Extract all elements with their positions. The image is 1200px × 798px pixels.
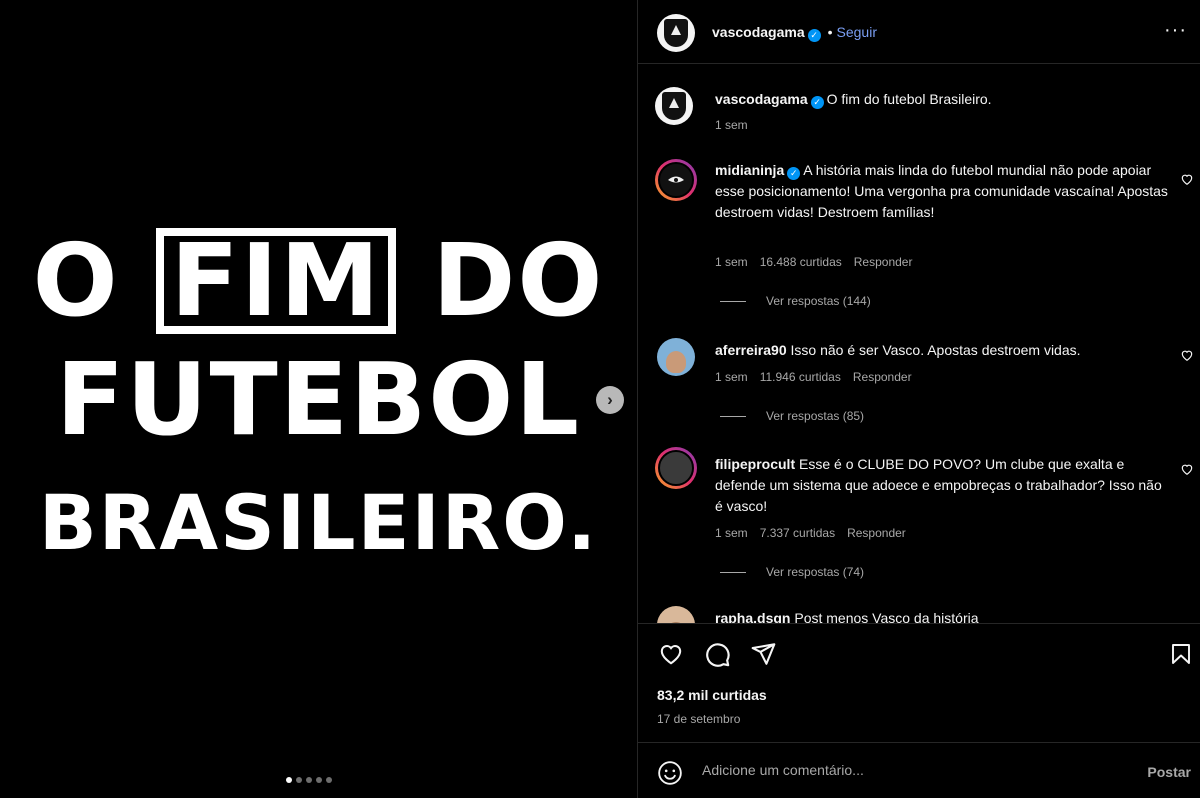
comment-avatar[interactable] — [657, 338, 695, 376]
author-username[interactable]: vascodagama — [712, 24, 805, 40]
carousel-dots — [286, 777, 332, 783]
comment-username[interactable]: rapha.dsgn — [715, 610, 790, 623]
comment-username[interactable]: filipeprocult — [715, 456, 795, 472]
caption-meta: 1 sem — [715, 118, 760, 132]
author-avatar[interactable] — [657, 14, 695, 52]
replies-divider — [720, 572, 746, 574]
comment-text-block: rapha.dsgn Post menos Vasco da história — [715, 608, 1170, 623]
heart-icon[interactable] — [657, 641, 685, 667]
post-header: vascodagama ✓ • Seguir ··· — [638, 0, 1200, 64]
post-likes[interactable]: 83,2 mil curtidas — [657, 687, 767, 703]
post-date[interactable]: 17 de setembro — [657, 712, 740, 726]
comment-likes[interactable]: 11.946 curtidas — [760, 370, 841, 384]
headline-line-1: O FIM DO — [0, 225, 637, 337]
comment-composer: Postar — [638, 744, 1200, 798]
headline-line-2: FUTEBOL — [56, 341, 581, 458]
comment-meta: 1 sem 11.946 curtidas Responder — [715, 370, 924, 384]
comment-avatar[interactable] — [655, 447, 697, 489]
reply-button[interactable]: Responder — [854, 255, 913, 269]
comment-icon[interactable] — [704, 641, 731, 668]
headline-word-o: O — [32, 222, 120, 339]
media-headline: O FIM DO FUTEBOL BRASILEIRO. — [0, 225, 637, 579]
view-replies-label: Ver respostas (85) — [766, 409, 865, 423]
comment-likes[interactable]: 7.337 curtidas — [760, 526, 835, 540]
comment-text: Isso não é ser Vasco. Apostas destroem v… — [790, 342, 1081, 358]
comment-meta: 1 sem 16.488 curtidas Responder — [715, 255, 924, 269]
headline-word-fim: FIM — [156, 228, 396, 334]
view-replies-button[interactable]: Ver respostas (144) — [720, 294, 871, 308]
carousel-dot — [286, 777, 292, 783]
replies-divider — [720, 301, 746, 303]
view-replies-label: Ver respostas (74) — [766, 565, 865, 579]
comment-time[interactable]: 1 sem — [715, 255, 748, 269]
comment-text-block: filipeprocult Esse é o CLUBE DO POVO? Um… — [715, 454, 1170, 517]
avatar-image — [658, 162, 694, 198]
bookmark-icon[interactable] — [1169, 641, 1193, 667]
post-media[interactable]: O FIM DO FUTEBOL BRASILEIRO. › — [0, 0, 637, 798]
reply-button[interactable]: Responder — [853, 370, 912, 384]
post-sidebar: vascodagama ✓ • Seguir ··· vascodagama ✓ O fi… — [637, 0, 1200, 798]
chevron-right-icon: › — [607, 390, 613, 409]
vasco-crest-icon — [662, 92, 686, 120]
header-user-line: vascodagama ✓ • Seguir — [712, 24, 877, 42]
comment-likes[interactable]: 16.488 curtidas — [760, 255, 842, 269]
replies-divider — [720, 416, 746, 418]
caption-text: O fim do futebol Brasileiro. — [826, 91, 992, 107]
verified-badge-icon: ✓ — [787, 167, 801, 180]
comment-avatar[interactable] — [657, 606, 695, 623]
comment-meta: 1 sem 7.337 curtidas Responder — [715, 526, 918, 540]
comment-avatar[interactable] — [655, 159, 697, 201]
headline-line-3: BRASILEIRO. — [38, 478, 599, 567]
comments-list[interactable]: vascodagama ✓ O fim do futebol Brasileiro.… — [638, 65, 1200, 623]
carousel-dot — [306, 777, 312, 783]
carousel-dot — [296, 777, 302, 783]
follow-button[interactable]: Seguir — [837, 24, 877, 40]
ellipsis-icon[interactable]: ··· — [1164, 20, 1187, 40]
caption-username[interactable]: vascodagama — [715, 91, 808, 107]
header-separator: • — [827, 24, 833, 40]
avatar-image — [666, 351, 686, 373]
verified-badge-icon: ✓ — [807, 29, 821, 42]
avatar-image — [658, 450, 694, 486]
comment-username[interactable]: aferreira90 — [715, 342, 787, 358]
comment-text-block: midianinja ✓ A história mais linda do fute… — [715, 160, 1170, 223]
reply-button[interactable]: Responder — [847, 526, 906, 540]
vasco-crest-icon — [664, 19, 688, 47]
share-icon[interactable] — [750, 641, 777, 667]
post-comment-button[interactable]: Postar — [1147, 764, 1191, 780]
carousel-dot — [326, 777, 332, 783]
caption-text-line: vascodagama ✓ O fim do futebol Brasileiro. — [715, 89, 1170, 110]
view-replies-label: Ver respostas (144) — [766, 294, 871, 308]
comment-text: Post menos Vasco da história — [794, 610, 979, 623]
comment-time[interactable]: 1 sem — [715, 526, 748, 540]
next-image-button[interactable]: › — [596, 386, 624, 414]
post-actions: 83,2 mil curtidas 17 de setembro — [638, 623, 1200, 743]
comment-input[interactable] — [702, 762, 1122, 778]
verified-badge-icon: ✓ — [810, 96, 824, 109]
comment-heart-icon[interactable] — [1180, 348, 1194, 362]
comment-heart-icon[interactable] — [1180, 172, 1194, 186]
comment-heart-icon[interactable] — [1180, 462, 1194, 476]
caption-time[interactable]: 1 sem — [715, 118, 748, 132]
comment-username[interactable]: midianinja — [715, 162, 784, 178]
view-replies-button[interactable]: Ver respostas (74) — [720, 565, 864, 579]
headline-word-do: DO — [432, 222, 605, 339]
comment-text-block: aferreira90 Isso não é ser Vasco. Aposta… — [715, 340, 1170, 361]
view-replies-button[interactable]: Ver respostas (85) — [720, 409, 864, 423]
ninja-eye-icon — [668, 176, 684, 183]
caption-avatar[interactable] — [655, 87, 693, 125]
comment-time[interactable]: 1 sem — [715, 370, 748, 384]
carousel-dot — [316, 777, 322, 783]
emoji-icon[interactable] — [657, 760, 683, 786]
